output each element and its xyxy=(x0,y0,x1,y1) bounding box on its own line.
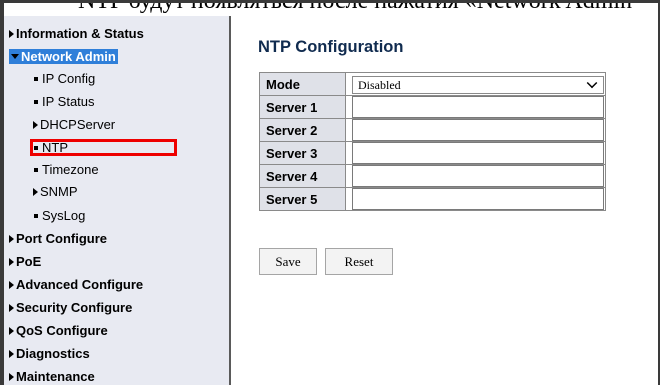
sidebar-divider[interactable] xyxy=(229,16,231,385)
server-5-input[interactable] xyxy=(352,188,604,210)
triangle-down-icon xyxy=(11,54,19,60)
sidebar-item-label: Maintenance xyxy=(16,369,95,384)
sidebar-item-label: QoS Configure xyxy=(16,323,108,338)
triangle-right-icon xyxy=(9,303,14,312)
sidebar-item-label: DHCPServer xyxy=(40,117,116,132)
sidebar-item-port-configure[interactable]: Port Configure xyxy=(9,231,107,247)
sidebar-item-maintenance[interactable]: Maintenance xyxy=(9,369,95,385)
sidebar-item-label: SNMP xyxy=(40,184,78,199)
sidebar-item-label: Advanced Configure xyxy=(16,277,144,292)
sidebar-item-syslog[interactable]: SysLog xyxy=(34,208,85,224)
sidebar-item-security-configure[interactable]: Security Configure xyxy=(9,300,132,316)
triangle-right-icon xyxy=(9,326,14,335)
sidebar-item-label: Information & Status xyxy=(16,26,144,41)
sidebar-item-label: IP Config xyxy=(42,71,96,86)
server-3-input[interactable] xyxy=(352,142,604,164)
sidebar-item-label: Timezone xyxy=(42,162,99,177)
server-2-label: Server 2 xyxy=(259,118,346,142)
mode-row: Mode Disabled xyxy=(259,72,606,96)
triangle-right-icon xyxy=(33,187,38,196)
sidebar-item-network-admin[interactable]: Network Admin xyxy=(9,49,118,65)
sidebar-item-diagnostics[interactable]: Diagnostics xyxy=(9,346,90,362)
server-row: Server 1 xyxy=(259,95,606,119)
sidebar-item-label: Diagnostics xyxy=(16,346,90,361)
server-2-input[interactable] xyxy=(352,119,604,141)
window-top-border xyxy=(0,0,660,3)
mode-select[interactable]: Disabled xyxy=(352,75,604,94)
sidebar-item-ip-status[interactable]: IP Status xyxy=(34,94,95,110)
chevron-down-icon xyxy=(586,77,598,88)
server-5-label: Server 5 xyxy=(259,187,346,211)
mode-select-value: Disabled xyxy=(358,77,401,92)
sidebar-item-label: PoE xyxy=(16,254,42,269)
server-row: Server 3 xyxy=(259,141,606,165)
triangle-right-icon xyxy=(9,372,14,381)
sidebar-item-ip-config[interactable]: IP Config xyxy=(34,71,95,87)
ntp-config-table: Mode Disabled Server 1 Server 2 Server 3… xyxy=(259,72,606,211)
server-1-cell xyxy=(345,95,606,119)
sidebar-item-label: Network Admin xyxy=(21,49,116,64)
reset-button[interactable]: Reset xyxy=(325,248,393,275)
bullet-icon xyxy=(34,167,38,172)
triangle-right-icon xyxy=(9,29,14,38)
server-4-input[interactable] xyxy=(352,165,604,187)
server-1-label: Server 1 xyxy=(259,95,346,119)
mode-label: Mode xyxy=(259,72,346,96)
page-title: NTP Configuration xyxy=(258,38,404,56)
sidebar-item-advanced-configure[interactable]: Advanced Configure xyxy=(9,277,143,293)
sidebar-item-snmp[interactable]: SNMP xyxy=(33,184,78,200)
sidebar-item-label: SysLog xyxy=(42,208,86,223)
triangle-right-icon xyxy=(33,120,38,129)
sidebar-item-label: IP Status xyxy=(42,94,95,109)
sidebar-item-timezone[interactable]: Timezone xyxy=(34,162,99,178)
server-row: Server 2 xyxy=(259,118,606,142)
triangle-right-icon xyxy=(9,234,14,243)
sidebar-item-label: Security Configure xyxy=(16,300,133,315)
save-button[interactable]: Save xyxy=(259,248,317,275)
sidebar-item-dhcpserver[interactable]: DHCPServer xyxy=(33,117,115,133)
triangle-right-icon xyxy=(9,349,14,358)
mode-cell: Disabled xyxy=(345,72,606,96)
server-row: Server 4 xyxy=(259,164,606,188)
triangle-right-icon xyxy=(9,280,14,289)
server-1-input[interactable] xyxy=(352,96,604,118)
sidebar-item-information-status[interactable]: Information & Status xyxy=(9,26,144,42)
server-5-cell xyxy=(345,187,606,211)
bullet-icon xyxy=(34,76,38,81)
server-row: Server 5 xyxy=(259,187,606,211)
server-3-cell xyxy=(345,141,606,165)
sidebar-item-poe[interactable]: PoE xyxy=(9,254,41,270)
bullet-icon xyxy=(34,99,38,104)
triangle-right-icon xyxy=(9,257,14,266)
server-3-label: Server 3 xyxy=(259,141,346,165)
bullet-icon xyxy=(34,213,38,218)
sidebar-item-label: Port Configure xyxy=(16,231,107,246)
sidebar-item-qos-configure[interactable]: QoS Configure xyxy=(9,323,108,339)
ntp-highlight-box xyxy=(30,139,177,156)
server-4-label: Server 4 xyxy=(259,164,346,188)
server-2-cell xyxy=(345,118,606,142)
server-4-cell xyxy=(345,164,606,188)
